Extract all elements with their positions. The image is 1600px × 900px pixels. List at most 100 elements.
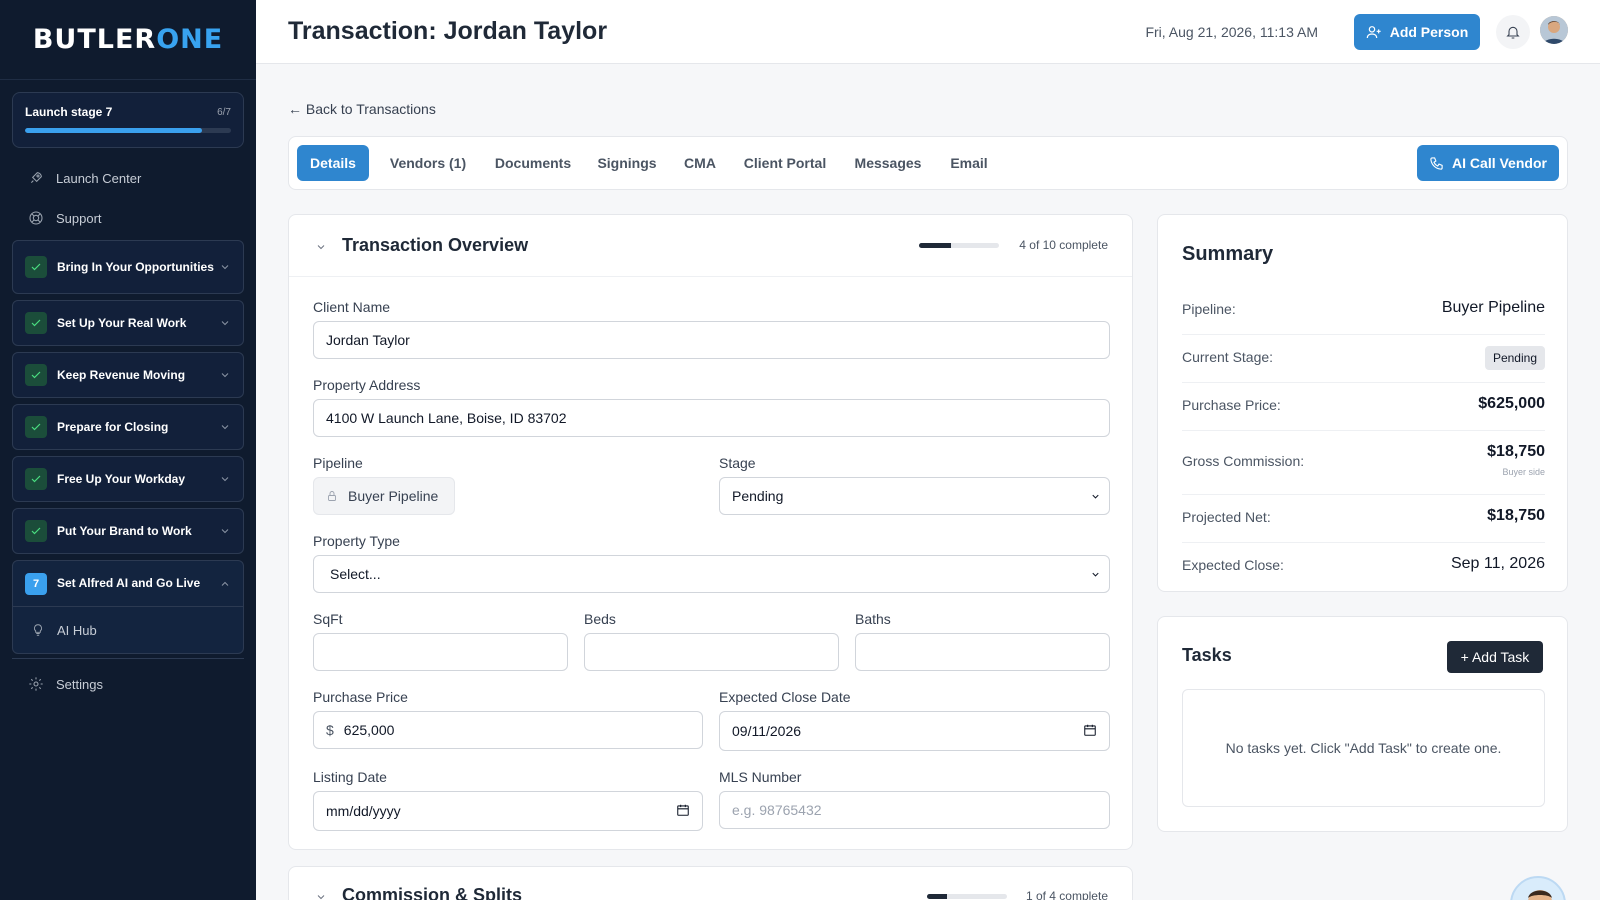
pipeline-value: Buyer Pipeline bbox=[348, 488, 439, 504]
chevron-down-icon bbox=[1092, 572, 1099, 577]
sidebar-item-ai-hub[interactable]: AI Hub bbox=[13, 607, 243, 653]
bell-icon bbox=[1506, 26, 1520, 39]
pipeline-label: Pipeline bbox=[313, 455, 363, 471]
property-address-input[interactable]: 4100 W Launch Lane, Boise, ID 83702 bbox=[313, 399, 1110, 437]
sidebar-group-set-up-real-work[interactable]: Set Up Your Real Work bbox=[12, 300, 244, 346]
summary-row-stage: Current Stage: Pending bbox=[1182, 335, 1545, 383]
chevron-down-icon bbox=[221, 321, 229, 326]
overview-progress-text: 4 of 10 complete bbox=[1019, 238, 1108, 252]
launch-stage-card[interactable]: Launch stage 7 6/7 bbox=[12, 92, 244, 148]
sidebar-item-label: Settings bbox=[56, 676, 103, 692]
check-icon bbox=[25, 416, 47, 438]
add-person-label: Add Person bbox=[1389, 24, 1469, 40]
tasks-title: Tasks bbox=[1182, 645, 1232, 665]
page-title: Transaction: Jordan Taylor bbox=[288, 17, 608, 45]
stage-selected-value: Pending bbox=[732, 488, 784, 504]
sidebar-item-support[interactable]: Support bbox=[28, 210, 102, 226]
sidebar-group-label: Keep Revenue Moving bbox=[57, 367, 186, 382]
sidebar-item-launch-center[interactable]: Launch Center bbox=[28, 170, 141, 186]
sidebar-item-label: Launch Center bbox=[56, 170, 142, 186]
launch-progress-fill bbox=[25, 128, 202, 133]
expected-close-date-label: Expected Close Date bbox=[719, 689, 851, 705]
sidebar-group-free-up-workday[interactable]: Free Up Your Workday bbox=[12, 456, 244, 502]
purchase-price-value: 625,000 bbox=[343, 722, 395, 738]
summary-row-net: Projected Net: $18,750 bbox=[1182, 495, 1545, 543]
summary-card: Summary Pipeline: Buyer Pipeline Current… bbox=[1157, 214, 1568, 592]
sidebar: BUTLER ONE Launch stage 7 6/7 Launch Cent… bbox=[0, 0, 256, 900]
assistant-face-icon bbox=[1528, 890, 1552, 900]
lightbulb-icon bbox=[34, 624, 42, 636]
calendar-icon[interactable] bbox=[1083, 723, 1097, 737]
chevron-down-icon bbox=[221, 265, 229, 270]
check-icon bbox=[25, 312, 47, 334]
beds-input[interactable] bbox=[584, 633, 839, 671]
tab-messages[interactable]: Messages bbox=[845, 145, 931, 181]
property-type-select[interactable]: Select... bbox=[313, 555, 1110, 593]
summary-row-price: Purchase Price: $625,000 bbox=[1182, 383, 1545, 431]
summary-net-value: $18,750 bbox=[1487, 507, 1545, 524]
app-logo[interactable]: BUTLER ONE bbox=[0, 0, 256, 80]
expected-close-date-input[interactable]: 09/11/2026 bbox=[719, 711, 1110, 751]
tab-vendors[interactable]: Vendors (1) bbox=[381, 145, 475, 181]
sqft-input[interactable] bbox=[313, 633, 568, 671]
sidebar-group-prepare-for-closing[interactable]: Prepare for Closing bbox=[12, 404, 244, 450]
pipeline-locked-field: Buyer Pipeline bbox=[313, 477, 455, 515]
back-to-transactions-link[interactable]: ← Back to Transactions bbox=[288, 101, 436, 117]
user-avatar[interactable] bbox=[1540, 16, 1568, 44]
add-task-button[interactable]: + Add Task bbox=[1447, 641, 1543, 673]
mls-number-input[interactable]: e.g. 98765432 bbox=[719, 791, 1110, 829]
sidebar-group-header[interactable]: 7 Set Alfred AI and Go Live bbox=[13, 561, 243, 607]
transaction-overview-card: Transaction Overview 4 of 10 complete Cl… bbox=[288, 214, 1133, 850]
baths-input[interactable] bbox=[855, 633, 1110, 671]
summary-price-label: Purchase Price: bbox=[1182, 397, 1281, 413]
check-icon bbox=[25, 364, 47, 386]
tasks-card: Tasks + Add Task No tasks yet. Click "Ad… bbox=[1157, 616, 1568, 832]
tab-details[interactable]: Details bbox=[297, 145, 369, 181]
listing-date-input[interactable]: mm/dd/yyyy bbox=[313, 791, 703, 831]
sidebar-group-bring-in-opportunities[interactable]: Bring In Your Opportunities bbox=[12, 240, 244, 294]
overview-progress-fill bbox=[919, 243, 951, 248]
chevron-down-icon bbox=[221, 425, 229, 430]
sidebar-divider bbox=[12, 658, 244, 659]
summary-commission-value: $18,750 bbox=[1487, 443, 1545, 460]
summary-price-value: $625,000 bbox=[1478, 395, 1545, 412]
tab-email[interactable]: Email bbox=[941, 145, 997, 181]
stage-label: Stage bbox=[719, 455, 756, 471]
tab-signings[interactable]: Signings bbox=[589, 145, 665, 181]
commission-splits-card[interactable]: Commission & Splits 1 of 4 complete bbox=[288, 866, 1133, 900]
ai-call-vendor-button[interactable]: AI Call Vendor bbox=[1417, 145, 1559, 181]
sidebar-group-put-brand-to-work[interactable]: Put Your Brand to Work bbox=[12, 508, 244, 554]
purchase-price-label: Purchase Price bbox=[313, 689, 408, 705]
expected-close-date-value: 09/11/2026 bbox=[732, 723, 802, 739]
help-assistant-avatar[interactable] bbox=[1510, 876, 1566, 900]
overview-header[interactable]: Transaction Overview 4 of 10 complete bbox=[289, 215, 1132, 277]
user-plus-icon bbox=[1366, 26, 1381, 39]
stage-select[interactable]: Pending bbox=[719, 477, 1110, 515]
summary-pipeline-value: Buyer Pipeline bbox=[1441, 299, 1545, 316]
tab-cma[interactable]: CMA bbox=[675, 145, 725, 181]
tab-documents[interactable]: Documents bbox=[487, 145, 579, 181]
purchase-price-input[interactable]: $ 625,000 bbox=[313, 711, 703, 749]
ai-call-vendor-label: AI Call Vendor bbox=[1452, 155, 1547, 171]
add-person-button[interactable]: Add Person bbox=[1354, 14, 1480, 50]
launch-stage-count: 6/7 bbox=[217, 106, 231, 118]
chevron-down-icon bbox=[317, 895, 325, 900]
client-name-input[interactable]: Jordan Taylor bbox=[313, 321, 1110, 359]
property-type-label: Property Type bbox=[313, 533, 400, 549]
commission-progress-bar bbox=[927, 894, 1007, 899]
summary-stage-label: Current Stage: bbox=[1182, 349, 1274, 365]
notifications-button[interactable] bbox=[1496, 15, 1530, 49]
chevron-down-icon bbox=[1092, 494, 1099, 499]
top-header: Transaction: Jordan Taylor Fri, Aug 21, … bbox=[256, 0, 1600, 64]
summary-commission-label: Gross Commission: bbox=[1182, 453, 1305, 469]
property-address-label: Property Address bbox=[313, 377, 421, 393]
property-type-selected-value: Select... bbox=[330, 566, 381, 582]
sqft-label: SqFt bbox=[313, 611, 343, 627]
sidebar-group-label: Free Up Your Workday bbox=[57, 471, 186, 486]
summary-close-value: Sep 11, 2026 bbox=[1450, 555, 1545, 572]
tab-client-portal[interactable]: Client Portal bbox=[735, 145, 835, 181]
calendar-icon[interactable] bbox=[676, 803, 690, 817]
sidebar-item-settings[interactable]: Settings bbox=[28, 676, 103, 692]
sidebar-group-keep-revenue-moving[interactable]: Keep Revenue Moving bbox=[12, 352, 244, 398]
tabs-bar: Details Vendors (1) Documents Signings C… bbox=[288, 136, 1568, 190]
